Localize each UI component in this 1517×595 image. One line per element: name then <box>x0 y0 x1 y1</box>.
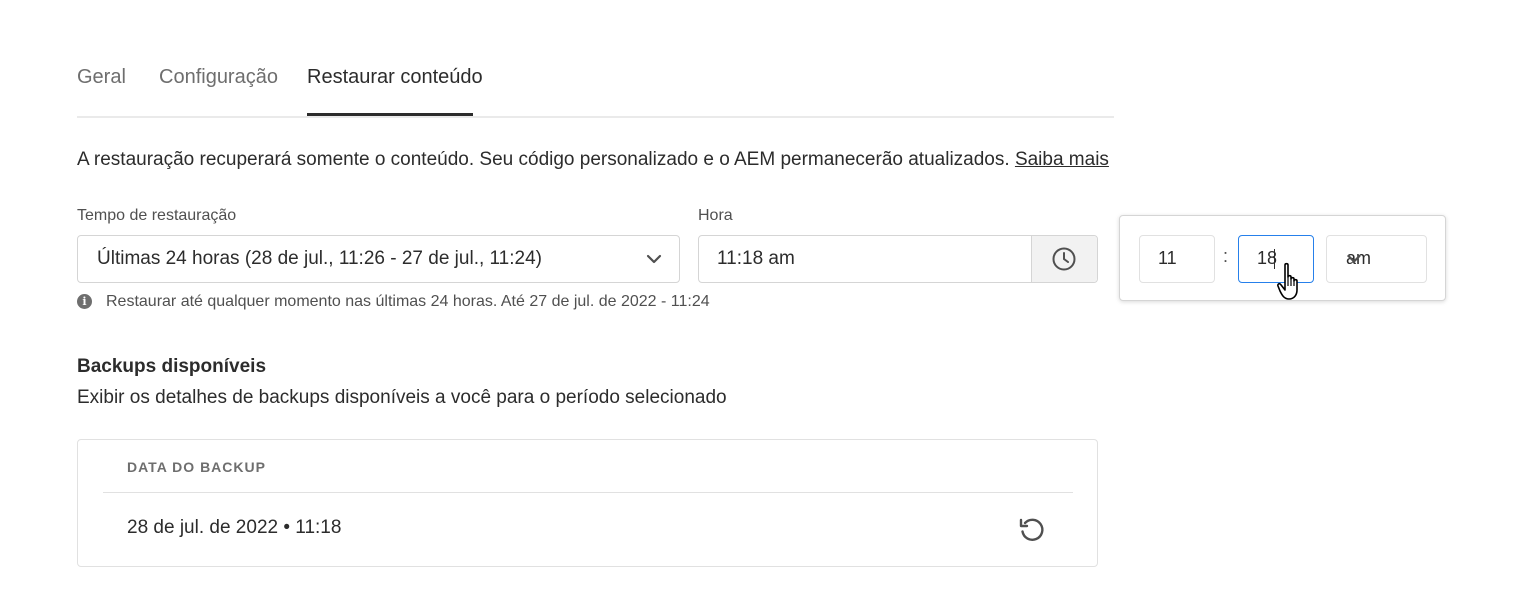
period-select[interactable]: am <box>1326 235 1427 283</box>
restore-time-label: Tempo de restauração <box>77 207 237 224</box>
restore-time-dropdown[interactable]: Últimas 24 horas (28 de jul., 11:26 - 27… <box>77 235 680 283</box>
tab-general[interactable]: Geral <box>77 66 126 89</box>
tab-configuration[interactable]: Configuração <box>159 66 278 89</box>
clock-icon <box>1052 247 1076 271</box>
backups-title: Backups disponíveis <box>77 356 267 377</box>
tab-selection-indicator <box>307 113 473 116</box>
table-row[interactable]: 28 de jul. de 2022 • 11:18 <box>78 493 1097 566</box>
restore-description: A restauração recuperará somente o conte… <box>77 149 1109 171</box>
hour-input[interactable]: 11 <box>1139 235 1215 283</box>
tab-list: Geral Configuração Restaurar conteúdo <box>77 56 1114 118</box>
time-label: Hora <box>698 207 733 224</box>
restore-help-text: i Restaurar até qualquer momento nas últi… <box>77 293 710 311</box>
time-field[interactable]: 11:18 am <box>698 235 1098 283</box>
info-icon: i <box>77 294 92 309</box>
chevron-down-icon <box>645 250 663 273</box>
column-header-backup-date: DATA DO BACKUP <box>127 459 266 475</box>
restore-description-text: A restauração recuperará somente o conte… <box>77 149 1010 170</box>
hour-value: 11 <box>1158 248 1177 268</box>
restore-time-value: Últimas 24 horas (28 de jul., 11:26 - 27… <box>97 248 542 269</box>
clock-button[interactable] <box>1031 236 1097 282</box>
time-separator: : <box>1223 246 1229 266</box>
backups-table: DATA DO BACKUP 28 de jul. de 2022 • 11:1… <box>77 439 1098 567</box>
hand-pointer-icon <box>1277 262 1305 307</box>
help-text: Restaurar até qualquer momento nas últim… <box>106 293 710 310</box>
time-value: 11:18 am <box>717 248 795 269</box>
restore-icon[interactable] <box>1017 515 1047 550</box>
backup-date-cell: 28 de jul. de 2022 • 11:18 <box>127 517 342 538</box>
learn-more-link[interactable]: Saiba mais <box>1015 149 1109 170</box>
tab-restore-content[interactable]: Restaurar conteúdo <box>307 66 483 89</box>
chevron-down-icon <box>1346 251 1408 272</box>
backups-subtitle: Exibir os detalhes de backups disponívei… <box>77 387 727 408</box>
text-caret <box>1274 249 1275 269</box>
